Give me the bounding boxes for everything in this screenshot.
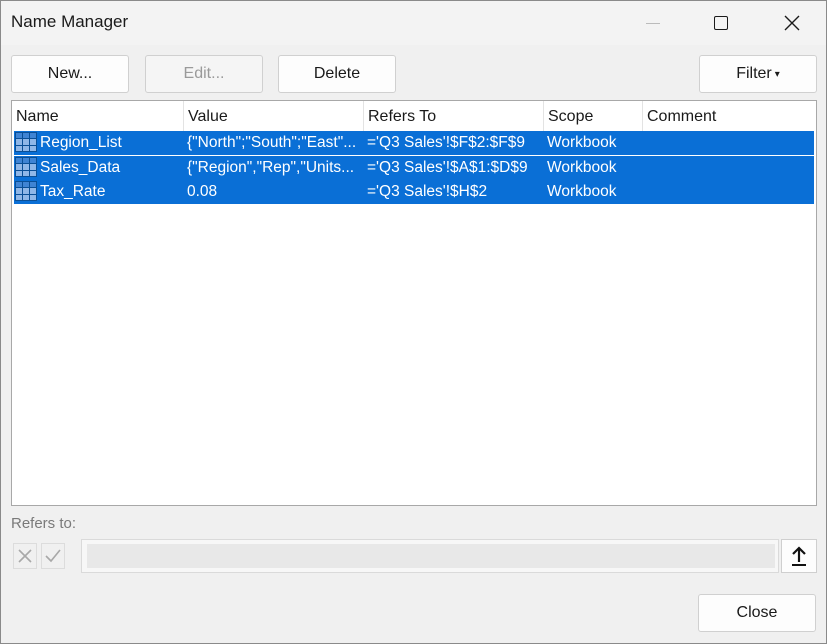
new-button-label: New...	[47, 65, 93, 82]
maximize-button[interactable]	[698, 1, 744, 45]
close-icon	[784, 15, 800, 31]
cell-comment	[646, 180, 806, 204]
title-bar[interactable]: Name Manager	[1, 1, 826, 45]
window-close-button[interactable]	[769, 1, 815, 45]
filter-button[interactable]: Filter ▾	[699, 55, 817, 93]
cell-value: 0.08	[187, 183, 218, 200]
cell-scope: Workbook	[547, 159, 617, 176]
chevron-down-icon: ▾	[774, 68, 780, 80]
delete-button[interactable]: Delete	[278, 55, 396, 93]
confirm-edit-button[interactable]	[41, 543, 65, 569]
refers-to-value	[87, 544, 775, 568]
cancel-edit-button[interactable]	[13, 543, 37, 569]
cell-name: Region_List	[40, 134, 122, 151]
close-button[interactable]: Close	[698, 594, 816, 632]
filter-button-label: Filter	[736, 65, 772, 82]
cell-comment	[646, 131, 806, 155]
cell-refers-to: ='Q3 Sales'!$F$2:$F$9	[367, 134, 525, 151]
collapse-dialog-button[interactable]	[781, 539, 817, 573]
named-range-table-icon	[15, 157, 37, 177]
list-header: Name Value Refers To Scope Comment	[12, 101, 816, 131]
collapse-arrow-icon	[792, 546, 806, 566]
names-list[interactable]: Name Value Refers To Scope Comment Regio…	[11, 100, 817, 506]
cell-value: {"North";"South";"East"...	[187, 134, 357, 151]
cell-refers-to: ='Q3 Sales'!$H$2	[367, 183, 488, 200]
delete-button-label: Delete	[313, 65, 361, 82]
new-button[interactable]: New...	[11, 55, 129, 93]
cell-comment	[646, 156, 806, 180]
minimize-button	[630, 1, 676, 45]
edit-button[interactable]: Edit...	[145, 55, 263, 93]
table-row[interactable]: Tax_Rate 0.08 ='Q3 Sales'!$H$2 Workbook	[14, 180, 814, 204]
named-range-table-icon	[15, 181, 37, 201]
table-row[interactable]: Region_List {"North";"South";"East"... =…	[14, 131, 814, 155]
column-header-scope[interactable]: Scope	[544, 101, 643, 131]
checkmark-icon	[45, 549, 61, 563]
table-row[interactable]: Sales_Data {"Region","Rep","Units... ='Q…	[14, 156, 814, 180]
cell-value: {"Region","Rep","Units...	[187, 159, 355, 176]
refers-to-label: Refers to:	[11, 515, 77, 532]
cell-scope: Workbook	[547, 134, 617, 151]
column-header-value[interactable]: Value	[184, 101, 364, 131]
cell-name: Tax_Rate	[40, 183, 106, 200]
refers-to-field[interactable]	[81, 539, 779, 573]
cell-name: Sales_Data	[40, 159, 121, 176]
named-range-table-icon	[15, 132, 37, 152]
maximize-icon	[714, 16, 728, 30]
column-header-comment[interactable]: Comment	[643, 101, 816, 131]
column-header-refers-to[interactable]: Refers To	[364, 101, 544, 131]
minimize-icon	[646, 22, 660, 24]
close-button-label: Close	[736, 604, 778, 621]
cell-refers-to: ='Q3 Sales'!$A$1:$D$9	[367, 159, 528, 176]
column-header-name[interactable]: Name	[12, 101, 184, 131]
edit-button-label: Edit...	[183, 65, 225, 82]
cell-scope: Workbook	[547, 183, 617, 200]
dialog-title: Name Manager	[11, 12, 129, 31]
name-manager-dialog: Name Manager New... Edit... Delete Filte…	[0, 0, 827, 644]
cancel-icon	[18, 549, 32, 563]
